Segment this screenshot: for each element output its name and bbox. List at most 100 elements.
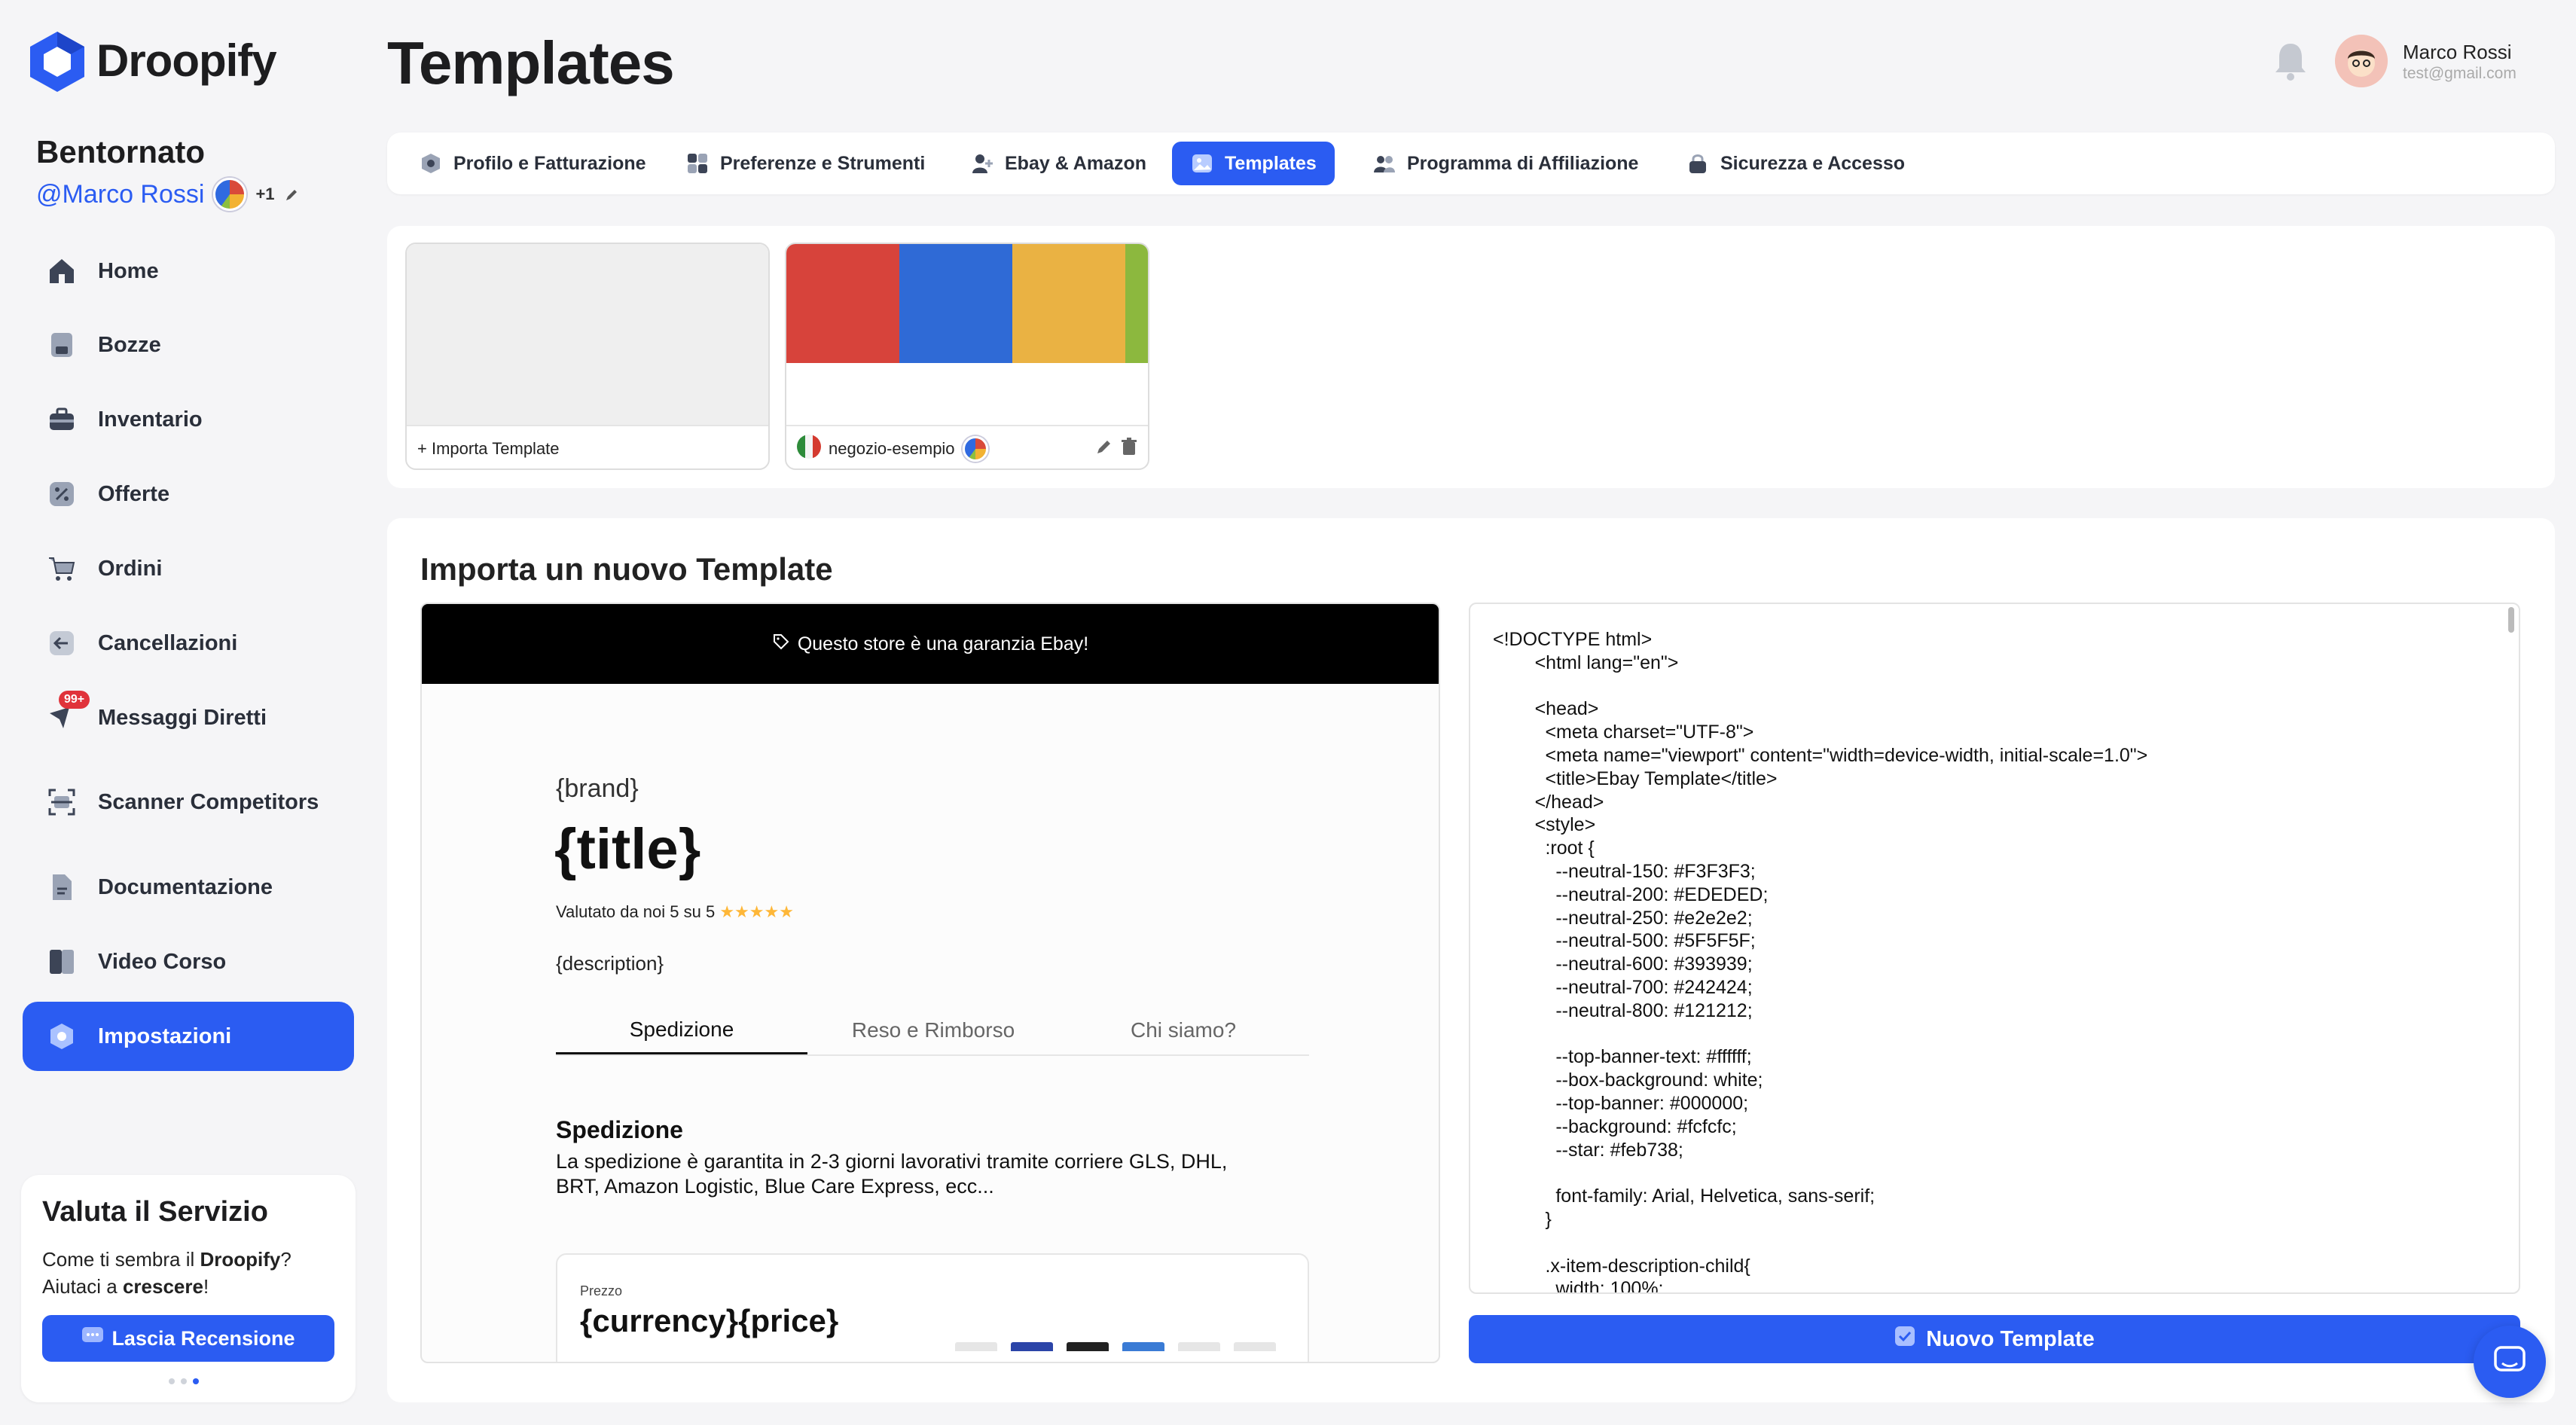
sidebar-item-inventario[interactable]: Inventario — [23, 385, 354, 454]
thumb-stripe-blue — [899, 244, 1012, 363]
rate-service-card: Valuta il Servizio Come ti sembra il Dro… — [21, 1175, 356, 1402]
import-template-card[interactable]: + Importa Template — [405, 243, 770, 470]
rate-line2-prefix: Aiutaci a — [42, 1275, 123, 1298]
templates-list-panel: + Importa Template negozio-esempio — [387, 226, 2555, 488]
tools-icon — [685, 151, 710, 175]
sidebar-item-label: Home — [98, 258, 159, 283]
users-icon — [1372, 151, 1396, 175]
greeting: Bentornato — [36, 134, 205, 169]
tab-label: Templates — [1225, 152, 1317, 174]
home-icon — [45, 255, 78, 288]
new-template-button[interactable]: Nuovo Template — [1469, 1315, 2520, 1363]
tab-profilo-fatturazione[interactable]: Profilo e Fatturazione — [401, 142, 664, 185]
tab-templates[interactable]: Templates — [1172, 142, 1335, 185]
rate-line2-suffix: ! — [203, 1275, 209, 1298]
rate-line1-brand: Droopify — [200, 1248, 281, 1271]
tab-ebay-amazon[interactable]: Ebay & Amazon — [952, 142, 1164, 185]
template-code-editor[interactable]: <!DOCTYPE html> <html lang="en"> <head> … — [1469, 603, 2520, 1294]
preview-price-box: Prezzo {currency}{price} — [556, 1253, 1309, 1362]
tab-sicurezza-accesso[interactable]: Sicurezza e Accesso — [1668, 142, 1923, 185]
sidebar-item-ordini[interactable]: Ordini — [23, 534, 354, 603]
chat-support-button[interactable] — [2474, 1326, 2546, 1398]
sidebar-item-offerte[interactable]: Offerte — [23, 459, 354, 529]
drafts-icon — [45, 328, 78, 362]
new-template-label: Nuovo Template — [1926, 1326, 2095, 1351]
bell-icon[interactable] — [2272, 39, 2309, 84]
preview-tab-spedizione[interactable]: Spedizione — [556, 1006, 807, 1054]
sidebar-item-bozze[interactable]: Bozze — [23, 310, 354, 380]
avatar[interactable] — [2335, 35, 2388, 87]
sidebar-item-label: Bozze — [98, 332, 161, 357]
italy-flag-icon — [797, 435, 821, 463]
sidebar-item-impostazioni[interactable]: Impostazioni — [23, 1002, 354, 1071]
tab-label: Profilo e Fatturazione — [453, 152, 646, 174]
rate-text: Come ti sembra il Droopify? Aiutaci a cr… — [42, 1246, 343, 1300]
extra-store-count: +1 — [255, 185, 275, 203]
sidebar-item-label: Scanner Competitors — [98, 789, 319, 814]
carousel-dot[interactable] — [169, 1378, 175, 1384]
check-icon — [1894, 1326, 1915, 1353]
empty-thumbnail — [407, 244, 768, 425]
sidebar-item-cancellazioni[interactable]: Cancellazioni — [23, 609, 354, 678]
rate-line1-suffix: ? — [280, 1248, 291, 1271]
sidebar-item-label: Cancellazioni — [98, 630, 238, 655]
user-handle-link[interactable]: @Marco Rossi +1 — [36, 178, 299, 211]
carousel-dot-active[interactable] — [193, 1378, 199, 1384]
tab-preferenze-strumenti[interactable]: Preferenze e Strumenti — [667, 142, 943, 185]
preview-section-line-2: BRT, Amazon Logistic, Blue Care Express,… — [556, 1175, 994, 1198]
page-title: Templates — [387, 29, 675, 96]
sidebar-item-messaggi-diretti[interactable]: 99+ Messaggi Diretti — [23, 683, 354, 752]
book-icon — [45, 945, 78, 978]
gear-icon — [419, 151, 443, 175]
preview-title: {title} — [554, 817, 701, 881]
preview-tab-reso[interactable]: Reso e Rimborso — [807, 1006, 1059, 1054]
carousel-dots[interactable] — [169, 1378, 199, 1384]
leave-review-button[interactable]: Lascia Recensione — [42, 1315, 334, 1362]
preview-banner-text: Questo store è una garanzia Ebay! — [797, 633, 1089, 655]
thumb-stripe-red — [786, 244, 899, 363]
sidebar-item-scanner-competitors[interactable]: Scanner Competitors — [23, 767, 354, 837]
sidebar-item-label: Documentazione — [98, 874, 273, 899]
import-template-label[interactable]: + Importa Template — [407, 425, 768, 468]
payment-chip-icon — [955, 1342, 997, 1351]
sidebar-item-home[interactable]: Home — [23, 236, 354, 306]
preview-brand: {brand} — [556, 774, 639, 803]
preview-tabs: Spedizione Reso e Rimborso Chi siamo? — [556, 1006, 1309, 1056]
preview-section-text: La spedizione è garantita in 2-3 giorni … — [556, 1149, 1309, 1199]
template-preview[interactable]: Questo store è una garanzia Ebay! {brand… — [420, 603, 1440, 1363]
scanner-icon — [45, 786, 78, 819]
sidebar-item-label: Video Corso — [98, 949, 227, 974]
tab-label: Programma di Affiliazione — [1407, 152, 1639, 174]
store-avatar-icon — [213, 178, 247, 211]
template-card[interactable]: negozio-esempio — [785, 243, 1149, 470]
preview-price-label: Prezzo — [580, 1283, 623, 1298]
carousel-dot[interactable] — [181, 1378, 187, 1384]
store-name: negozio-esempio — [829, 439, 955, 458]
brand-name: Droopify — [96, 35, 277, 86]
tab-label: Sicurezza e Accesso — [1720, 152, 1906, 174]
sidebar-item-label: Ordini — [98, 556, 163, 581]
briefcase-icon — [45, 403, 78, 436]
sidebar-item-video-corso[interactable]: Video Corso — [23, 927, 354, 996]
template-code[interactable]: <!DOCTYPE html> <html lang="en"> <head> … — [1493, 628, 2147, 1292]
trash-icon[interactable] — [1121, 438, 1137, 460]
user-handle: @Marco Rossi — [36, 179, 205, 209]
edit-icon[interactable] — [284, 180, 299, 209]
payment-chip-icon — [1011, 1342, 1053, 1351]
cart-icon — [45, 552, 78, 585]
droopify-logo-icon — [29, 30, 86, 93]
preview-rating-text: Valutato da noi 5 su 5 — [556, 902, 716, 921]
payment-chip-icon — [1067, 1342, 1109, 1351]
user-plus-icon — [970, 151, 994, 175]
edit-icon[interactable] — [1095, 438, 1113, 460]
message-icon: 99+ — [45, 691, 90, 734]
sidebar-item-documentazione[interactable]: Documentazione — [23, 853, 354, 922]
gear-icon — [45, 1020, 78, 1053]
preview-section-title: Spedizione — [556, 1116, 683, 1143]
tab-label: Ebay & Amazon — [1005, 152, 1147, 174]
preview-tab-chi-siamo[interactable]: Chi siamo? — [1058, 1006, 1309, 1054]
rate-title: Valuta il Servizio — [42, 1196, 268, 1228]
tab-programma-affiliazione[interactable]: Programma di Affiliazione — [1354, 142, 1656, 185]
code-scrollbar[interactable] — [2508, 607, 2514, 633]
sidebar-item-label: Offerte — [98, 481, 170, 506]
